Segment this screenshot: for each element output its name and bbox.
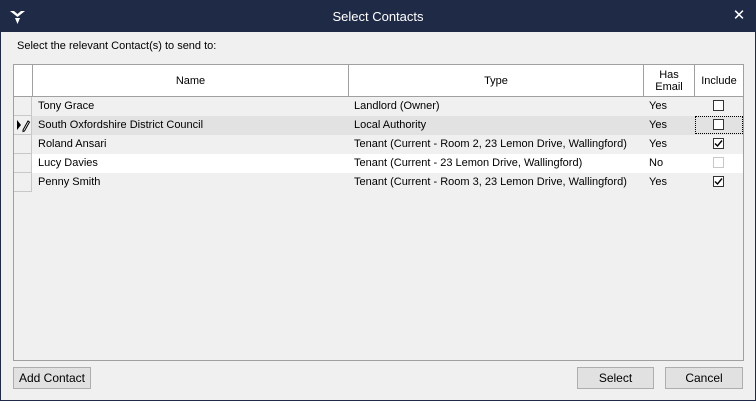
- column-header-has-email-line1: Has: [659, 68, 679, 81]
- add-contact-button[interactable]: Add Contact: [13, 367, 91, 389]
- cell-has-email: Yes: [649, 100, 667, 112]
- cell-type: Tenant (Current - 23 Lemon Drive, Wallin…: [354, 157, 583, 169]
- cell-has-email: Yes: [649, 119, 667, 131]
- column-header-has-email-line2: Email: [655, 80, 683, 93]
- cell-name: Roland Ansari: [38, 138, 107, 150]
- table-row[interactable]: South Oxfordshire District Council Local …: [14, 116, 743, 135]
- select-contacts-dialog: Select Contacts ✕ Select the relevant Co…: [0, 0, 756, 401]
- column-header-name[interactable]: Name: [33, 65, 349, 97]
- table-row[interactable]: Penny Smith Tenant (Current - Room 3, 23 …: [14, 173, 743, 192]
- include-checkbox[interactable]: [713, 176, 724, 187]
- table-row[interactable]: Tony Grace Landlord (Owner) Yes: [14, 97, 743, 116]
- cell-has-email: No: [649, 157, 664, 169]
- cancel-button[interactable]: Cancel: [665, 367, 743, 389]
- row-header[interactable]: [14, 97, 32, 116]
- select-button[interactable]: Select: [577, 367, 654, 389]
- include-checkbox[interactable]: [713, 138, 724, 149]
- title-bar: Select Contacts ✕: [1, 1, 755, 32]
- cell-name: Lucy Davies: [38, 157, 98, 169]
- column-header-type[interactable]: Type: [349, 65, 644, 97]
- instruction-label: Select the relevant Contact(s) to send t…: [17, 40, 217, 52]
- row-header[interactable]: [14, 116, 32, 135]
- cell-type: Tenant (Current - Room 2, 23 Lemon Drive…: [354, 138, 627, 150]
- cell-name: Penny Smith: [38, 176, 101, 188]
- row-header[interactable]: [14, 154, 32, 173]
- column-header-type-label: Type: [484, 74, 508, 87]
- cell-type: Landlord (Owner): [354, 100, 440, 112]
- table-row[interactable]: Lucy Davies Tenant (Current - 23 Lemon Dr…: [14, 154, 743, 173]
- row-header[interactable]: [14, 135, 32, 154]
- include-checkbox[interactable]: [713, 100, 724, 111]
- cell-type: Local Authority: [354, 119, 427, 131]
- column-header-include[interactable]: Include: [695, 65, 743, 97]
- cell-has-email: Yes: [649, 176, 667, 188]
- contacts-grid[interactable]: Name Type Has Email Include Tony Grace La…: [13, 64, 744, 361]
- checkmark-icon: [714, 178, 723, 186]
- column-header-include-label: Include: [701, 74, 737, 87]
- row-header-corner: [14, 65, 33, 97]
- row-header[interactable]: [14, 173, 32, 192]
- column-header-has-email[interactable]: Has Email: [644, 65, 695, 97]
- include-checkbox: [713, 157, 724, 168]
- table-row[interactable]: Roland Ansari Tenant (Current - Room 2, 2…: [14, 135, 743, 154]
- column-header-name-label: Name: [175, 74, 206, 87]
- pencil-edit-icon: [17, 120, 31, 133]
- cell-name: South Oxfordshire District Council: [38, 119, 204, 131]
- cell-type: Tenant (Current - Room 3, 23 Lemon Drive…: [354, 176, 627, 188]
- cell-focus-outline: [695, 116, 743, 134]
- cell-name: Tony Grace: [38, 100, 95, 112]
- checkmark-icon: [714, 140, 723, 148]
- close-icon[interactable]: ✕: [729, 6, 749, 26]
- cell-has-email: Yes: [649, 138, 667, 150]
- window-title: Select Contacts: [332, 9, 424, 24]
